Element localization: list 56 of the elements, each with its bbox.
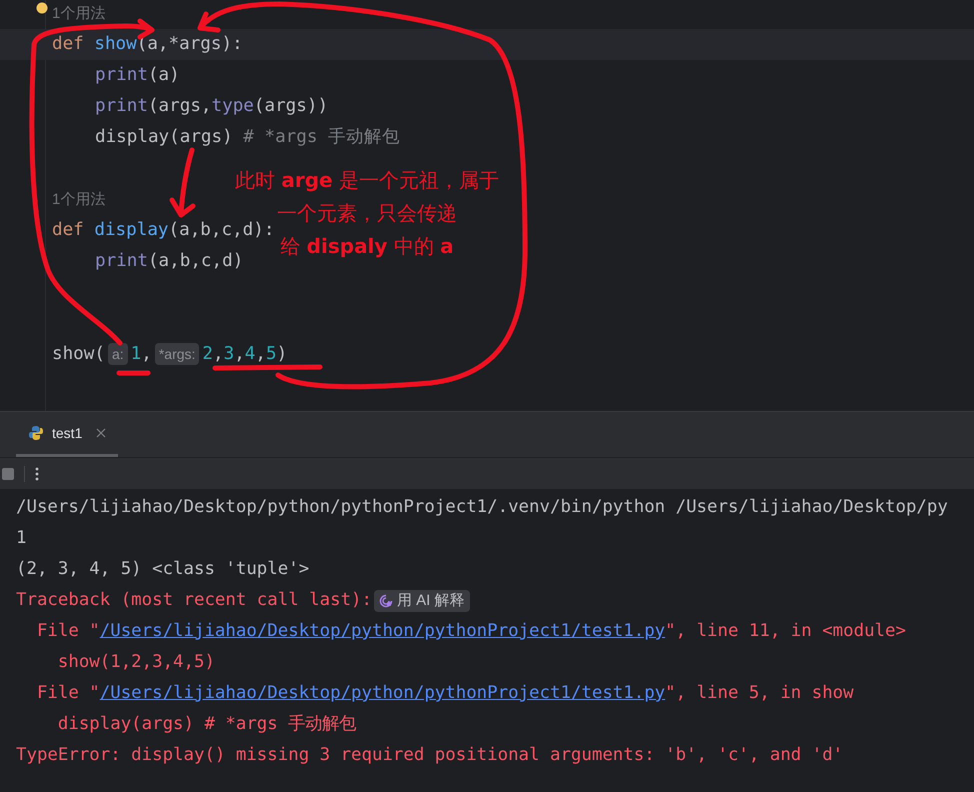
lightbulb-icon[interactable] bbox=[36, 2, 48, 14]
console-output: 1 bbox=[16, 527, 26, 550]
code-text: display(args) bbox=[95, 127, 234, 147]
error-text: ", line 5, in show bbox=[665, 682, 854, 705]
code-comment: # *args 手动解包 bbox=[243, 127, 400, 147]
number-literal: 4 bbox=[244, 344, 256, 364]
annotation-underline bbox=[116, 370, 150, 376]
parameter-hint: a: bbox=[108, 343, 128, 365]
annotation-text: 此时 arge 是一个元祖，属于 bbox=[235, 167, 499, 194]
stop-icon[interactable] bbox=[2, 468, 14, 480]
code-text: (a,b,c,d): bbox=[168, 220, 274, 240]
function-name: show bbox=[94, 34, 137, 54]
number-literal: 1 bbox=[130, 344, 142, 364]
code-text: , bbox=[213, 344, 224, 364]
number-literal: 3 bbox=[224, 344, 234, 364]
code-text: (a) bbox=[148, 65, 180, 85]
number-literal: 5 bbox=[266, 344, 277, 364]
ai-icon bbox=[378, 594, 393, 608]
code-text: ) bbox=[276, 344, 288, 364]
error-text: TypeError: display() missing 3 required positional arguments: 'b', 'c', and 'd' bbox=[16, 744, 844, 767]
usage-hint: 1个用法 bbox=[52, 191, 106, 208]
error-text: show(1,2,3,4,5) bbox=[56, 651, 215, 674]
code-keyword: def bbox=[52, 220, 85, 240]
error-text: Traceback (most recent call last): bbox=[16, 589, 372, 612]
console-output: /Users/lijiahao/Desktop/python/pythonProject1/.venv/bin/python /Users/lijiahao/Desktop/py bbox=[16, 496, 948, 519]
ai-explain-button[interactable]: 用 AI 解释 bbox=[374, 590, 470, 612]
builtin-name: print bbox=[95, 96, 148, 116]
annotation-arrow bbox=[170, 148, 196, 218]
code-text: (args, bbox=[148, 96, 212, 116]
code-text: , bbox=[255, 344, 266, 364]
error-text: display(args) # *args 手动解包 bbox=[56, 713, 356, 736]
more-options-icon[interactable] bbox=[35, 466, 39, 480]
builtin-name: print bbox=[95, 65, 148, 85]
code-text: (a,b,c,d) bbox=[148, 251, 244, 271]
code-keyword: def bbox=[52, 34, 85, 54]
builtin-name: type bbox=[212, 96, 254, 116]
close-icon[interactable] bbox=[96, 428, 106, 438]
python-icon bbox=[28, 425, 44, 441]
file-link[interactable]: /Users/lijiahao/Desktop/python/pythonProject1/test1.py bbox=[100, 616, 666, 647]
code-text: , bbox=[141, 344, 152, 364]
usage-hint: 1个用法 bbox=[52, 5, 106, 22]
code-text: show( bbox=[52, 344, 105, 364]
builtin-name: print bbox=[95, 251, 148, 271]
code-text: (a,*args): bbox=[136, 34, 243, 54]
console-output: (2, 3, 4, 5) <class 'tuple'> bbox=[16, 558, 310, 581]
error-text: ", line 11, in <module> bbox=[665, 620, 906, 643]
parameter-hint: *args: bbox=[154, 343, 200, 365]
error-text: File " bbox=[36, 682, 100, 705]
code-text: , bbox=[234, 344, 245, 364]
annotation-text: 给 dispaly 中的 a bbox=[280, 233, 454, 260]
number-literal: 2 bbox=[202, 344, 214, 364]
file-link[interactable]: /Users/lijiahao/Desktop/python/pythonProject1/test1.py bbox=[100, 678, 666, 709]
function-name: display bbox=[94, 220, 169, 240]
code-text: (args)) bbox=[254, 96, 328, 116]
error-text: File " bbox=[36, 620, 100, 643]
annotation-text: 一个元素，只会传递 bbox=[277, 200, 457, 227]
